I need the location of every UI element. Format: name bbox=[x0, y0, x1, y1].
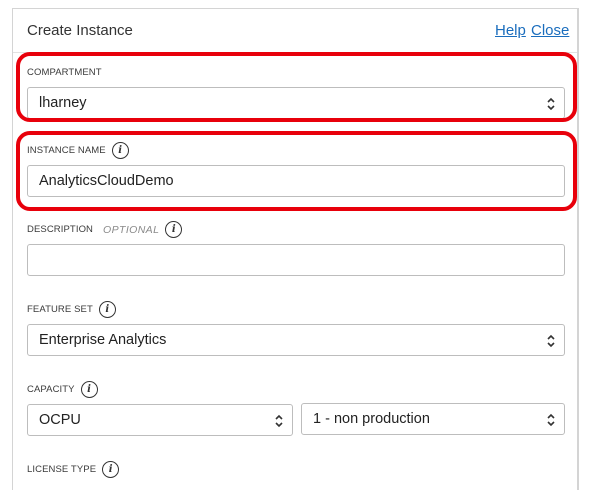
info-icon[interactable]: i bbox=[98, 301, 116, 318]
feature-set-value: Enterprise Analytics bbox=[39, 332, 167, 348]
instance-name-label-row: INSTANCE NAME i bbox=[27, 142, 129, 159]
license-type-label-row: LICENSE TYPE i bbox=[27, 461, 120, 478]
close-link[interactable]: Close bbox=[531, 22, 569, 39]
description-input[interactable] bbox=[27, 244, 565, 276]
chevron-up-down-icon bbox=[547, 97, 555, 111]
chevron-up-down-icon bbox=[547, 334, 555, 348]
description-label-row: DESCRIPTION OPTIONAL i bbox=[27, 221, 183, 238]
dialog-right-edge bbox=[578, 8, 579, 490]
feature-set-label: FEATURE SET bbox=[27, 304, 93, 315]
compartment-value: lharney bbox=[39, 95, 87, 111]
feature-set-select[interactable]: Enterprise Analytics bbox=[27, 324, 565, 356]
capacity-unit-value: OCPU bbox=[39, 412, 81, 428]
info-icon[interactable]: i bbox=[111, 142, 129, 159]
compartment-label: COMPARTMENT bbox=[27, 67, 102, 78]
capacity-unit-select[interactable]: OCPU bbox=[27, 404, 293, 436]
chevron-up-down-icon bbox=[547, 413, 555, 427]
create-instance-dialog: Create Instance Help Close COMPARTMENT l… bbox=[12, 8, 578, 490]
dialog-title: Create Instance bbox=[27, 22, 133, 39]
compartment-label-row: COMPARTMENT bbox=[27, 67, 102, 78]
feature-set-label-row: FEATURE SET i bbox=[27, 301, 116, 318]
description-label: DESCRIPTION bbox=[27, 224, 94, 235]
info-icon[interactable]: i bbox=[80, 381, 98, 398]
chevron-up-down-icon bbox=[275, 414, 283, 428]
compartment-select[interactable]: lharney bbox=[27, 87, 565, 119]
instance-name-label: INSTANCE NAME bbox=[27, 145, 106, 156]
instance-name-value: AnalyticsCloudDemo bbox=[39, 173, 174, 189]
dialog-header: Create Instance Help Close bbox=[13, 9, 577, 53]
help-link[interactable]: Help bbox=[495, 22, 526, 39]
capacity-label: CAPACITY bbox=[27, 384, 75, 395]
license-type-label: LICENSE TYPE bbox=[27, 464, 97, 475]
instance-name-input[interactable]: AnalyticsCloudDemo bbox=[27, 165, 565, 197]
info-icon[interactable]: i bbox=[165, 221, 183, 238]
optional-tag: OPTIONAL bbox=[103, 223, 160, 236]
capacity-amount-select[interactable]: 1 - non production bbox=[301, 403, 565, 435]
capacity-label-row: CAPACITY i bbox=[27, 381, 98, 398]
info-icon[interactable]: i bbox=[102, 461, 120, 478]
capacity-amount-value: 1 - non production bbox=[313, 411, 430, 427]
